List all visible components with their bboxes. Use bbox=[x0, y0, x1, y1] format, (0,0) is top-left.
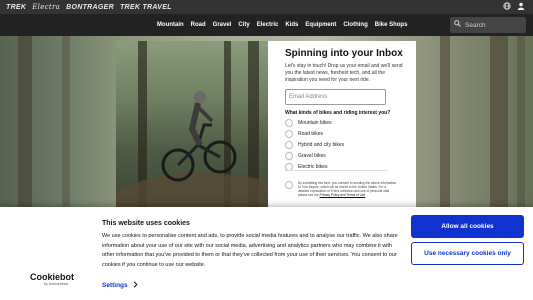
privacy-policy-link[interactable]: Privacy Policy and Terms of Use bbox=[320, 193, 366, 197]
brand-electra[interactable]: Electra bbox=[32, 3, 60, 11]
nav-link-gravel[interactable]: Gravel bbox=[213, 22, 232, 28]
option-label: Gravel bikes bbox=[298, 153, 326, 159]
cookiebot-logo: Cookiebot by Usercentrics bbox=[30, 272, 74, 286]
brand-trek-travel-main: TREK bbox=[119, 3, 141, 11]
radio-button[interactable] bbox=[285, 119, 293, 127]
radio-button[interactable] bbox=[285, 152, 293, 160]
radio-button[interactable] bbox=[285, 141, 293, 149]
consent-text: By submitting this form, you consent to … bbox=[298, 181, 398, 197]
email-placeholder: Email Address bbox=[289, 94, 328, 100]
settings-label: Settings bbox=[102, 282, 128, 289]
cookie-title: This website uses cookies bbox=[102, 220, 190, 227]
brand-trek-travel-sub: TRAVEL bbox=[142, 3, 172, 11]
globe-icon[interactable] bbox=[503, 2, 511, 13]
brand-trek-travel[interactable]: TREK TRAVEL bbox=[120, 4, 172, 11]
cookiebot-logo-sub: by Usercentrics bbox=[44, 282, 69, 286]
option-label: Hybrid and city bikes bbox=[298, 142, 345, 148]
brand-bar: TREK Electra BONTRAGER TREK TRAVEL bbox=[0, 0, 533, 14]
newsletter-intro: Let's stay in touch! Drop us your email … bbox=[285, 63, 403, 83]
main-nav: Mountain Road Gravel City Electric Kids … bbox=[0, 14, 533, 36]
newsletter-title: Spinning into your Inbox bbox=[285, 48, 403, 59]
interest-option-road[interactable]: Road bikes bbox=[285, 130, 416, 138]
nav-link-mountain[interactable]: Mountain bbox=[157, 22, 184, 28]
option-label: Mountain bikes bbox=[298, 120, 332, 126]
newsletter-signup-panel: Spinning into your Inbox Let's stay in t… bbox=[268, 41, 416, 209]
cookie-settings-link[interactable]: Settings bbox=[102, 281, 138, 290]
consent-checkbox[interactable] bbox=[285, 181, 293, 189]
chevron-right-icon bbox=[133, 281, 138, 290]
necessary-cookies-only-button[interactable]: Use necessary cookies only bbox=[411, 242, 524, 265]
nav-link-city[interactable]: City bbox=[238, 22, 249, 28]
search-input[interactable]: Search bbox=[450, 17, 526, 33]
search-icon bbox=[454, 20, 461, 30]
option-label: Road bikes bbox=[298, 131, 324, 137]
user-icon[interactable] bbox=[517, 2, 525, 13]
brand-bontrager[interactable]: BONTRAGER bbox=[66, 4, 114, 11]
nav-link-bike-shops[interactable]: Bike Shops bbox=[375, 22, 408, 28]
mountain-biker-photo bbox=[116, 41, 268, 209]
cookie-body: We use cookies to personalise content an… bbox=[102, 233, 398, 268]
brand-trek[interactable]: TREK bbox=[6, 4, 26, 11]
search-placeholder: Search bbox=[465, 21, 486, 29]
allow-all-cookies-button[interactable]: Allow all cookies bbox=[411, 215, 524, 238]
interest-question: What kinds of bikes and riding interest … bbox=[285, 110, 391, 116]
interest-option-hybrid-city[interactable]: Hybrid and city bikes bbox=[285, 141, 416, 149]
cookiebot-logo-text: Cookiebot bbox=[30, 272, 74, 282]
nav-link-kids[interactable]: Kids bbox=[285, 22, 298, 28]
nav-link-electric[interactable]: Electric bbox=[257, 22, 279, 28]
consent-row: By submitting this form, you consent to … bbox=[285, 181, 416, 197]
divider bbox=[285, 170, 388, 171]
nav-link-clothing[interactable]: Clothing bbox=[343, 22, 367, 28]
interest-option-mountain[interactable]: Mountain bikes bbox=[285, 119, 416, 127]
nav-link-road[interactable]: Road bbox=[191, 22, 206, 28]
radio-button[interactable] bbox=[285, 130, 293, 138]
email-field[interactable]: Email Address bbox=[285, 89, 386, 105]
interest-option-gravel[interactable]: Gravel bikes bbox=[285, 152, 416, 160]
nav-link-equipment[interactable]: Equipment bbox=[305, 22, 336, 28]
